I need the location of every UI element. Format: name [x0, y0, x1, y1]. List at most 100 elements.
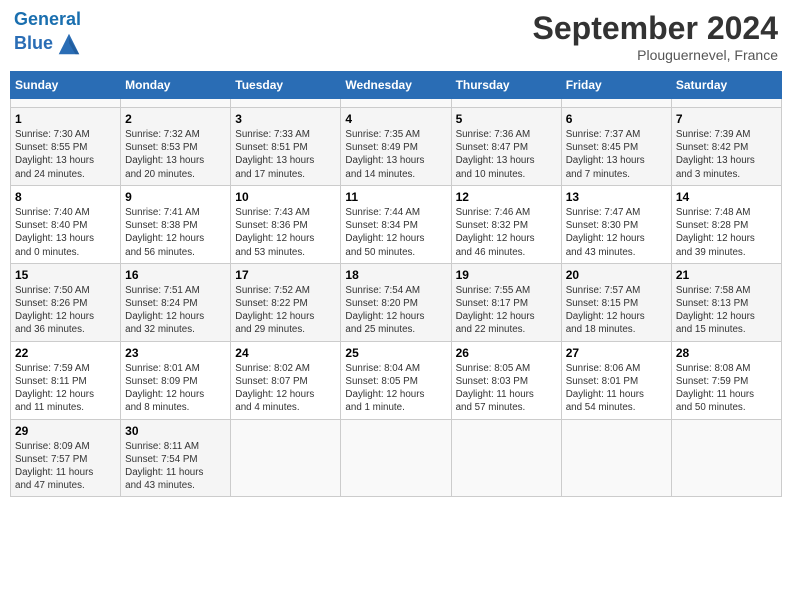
- calendar-cell: 22 Sunrise: 7:59 AM Sunset: 8:11 PM Dayli…: [11, 341, 121, 419]
- day-info: Sunrise: 7:59 AM Sunset: 8:11 PM Dayligh…: [15, 362, 116, 415]
- calendar-cell: [561, 419, 671, 497]
- calendar-cell: [341, 99, 451, 108]
- day-info: Sunrise: 7:57 AM Sunset: 8:15 PM Dayligh…: [566, 284, 667, 337]
- calendar-cell: 26 Sunrise: 8:05 AM Sunset: 8:03 PM Dayli…: [451, 341, 561, 419]
- calendar-table: SundayMondayTuesdayWednesdayThursdayFrid…: [10, 71, 782, 497]
- day-number: 5: [456, 112, 557, 126]
- day-number: 6: [566, 112, 667, 126]
- day-info: Sunrise: 8:04 AM Sunset: 8:05 PM Dayligh…: [345, 362, 446, 415]
- calendar-cell: 4 Sunrise: 7:35 AM Sunset: 8:49 PM Daylig…: [341, 108, 451, 186]
- day-number: 22: [15, 346, 116, 360]
- calendar-cell: 10 Sunrise: 7:43 AM Sunset: 8:36 PM Dayli…: [231, 185, 341, 263]
- day-number: 16: [125, 268, 226, 282]
- day-number: 12: [456, 190, 557, 204]
- calendar-cell: 15 Sunrise: 7:50 AM Sunset: 8:26 PM Dayli…: [11, 263, 121, 341]
- col-header-monday: Monday: [121, 72, 231, 99]
- day-info: Sunrise: 7:32 AM Sunset: 8:53 PM Dayligh…: [125, 128, 226, 181]
- calendar-cell: 1Sunrise: 7:30 AM Sunset: 8:55 PM Daylig…: [11, 108, 121, 186]
- calendar-cell: 7 Sunrise: 7:39 AM Sunset: 8:42 PM Daylig…: [671, 108, 781, 186]
- col-header-tuesday: Tuesday: [231, 72, 341, 99]
- day-info: Sunrise: 7:37 AM Sunset: 8:45 PM Dayligh…: [566, 128, 667, 181]
- day-info: Sunrise: 7:36 AM Sunset: 8:47 PM Dayligh…: [456, 128, 557, 181]
- day-info: Sunrise: 8:05 AM Sunset: 8:03 PM Dayligh…: [456, 362, 557, 415]
- day-info: Sunrise: 7:52 AM Sunset: 8:22 PM Dayligh…: [235, 284, 336, 337]
- day-number: 26: [456, 346, 557, 360]
- logo: General Blue: [14, 10, 83, 58]
- header-row: SundayMondayTuesdayWednesdayThursdayFrid…: [11, 72, 782, 99]
- calendar-cell: 11Sunrise: 7:44 AM Sunset: 8:34 PM Dayli…: [341, 185, 451, 263]
- calendar-cell: 20 Sunrise: 7:57 AM Sunset: 8:15 PM Dayli…: [561, 263, 671, 341]
- day-number: 7: [676, 112, 777, 126]
- calendar-cell: [561, 99, 671, 108]
- day-info: Sunrise: 7:50 AM Sunset: 8:26 PM Dayligh…: [15, 284, 116, 337]
- calendar-cell: [231, 419, 341, 497]
- calendar-cell: 5 Sunrise: 7:36 AM Sunset: 8:47 PM Daylig…: [451, 108, 561, 186]
- calendar-cell: 6 Sunrise: 7:37 AM Sunset: 8:45 PM Daylig…: [561, 108, 671, 186]
- day-number: 19: [456, 268, 557, 282]
- day-number: 20: [566, 268, 667, 282]
- col-header-saturday: Saturday: [671, 72, 781, 99]
- day-number: 21: [676, 268, 777, 282]
- calendar-cell: [11, 99, 121, 108]
- logo-blue: Blue: [14, 34, 53, 54]
- day-number: 4: [345, 112, 446, 126]
- day-number: 23: [125, 346, 226, 360]
- day-info: Sunrise: 7:51 AM Sunset: 8:24 PM Dayligh…: [125, 284, 226, 337]
- logo-icon: [55, 30, 83, 58]
- day-info: Sunrise: 7:40 AM Sunset: 8:40 PM Dayligh…: [15, 206, 116, 259]
- calendar-cell: 2Sunrise: 7:32 AM Sunset: 8:53 PM Daylig…: [121, 108, 231, 186]
- day-info: Sunrise: 7:41 AM Sunset: 8:38 PM Dayligh…: [125, 206, 226, 259]
- calendar-cell: 19 Sunrise: 7:55 AM Sunset: 8:17 PM Dayli…: [451, 263, 561, 341]
- day-number: 10: [235, 190, 336, 204]
- day-info: Sunrise: 7:55 AM Sunset: 8:17 PM Dayligh…: [456, 284, 557, 337]
- calendar-cell: [671, 419, 781, 497]
- day-info: Sunrise: 7:46 AM Sunset: 8:32 PM Dayligh…: [456, 206, 557, 259]
- calendar-cell: 8Sunrise: 7:40 AM Sunset: 8:40 PM Daylig…: [11, 185, 121, 263]
- day-number: 3: [235, 112, 336, 126]
- calendar-cell: 23 Sunrise: 8:01 AM Sunset: 8:09 PM Dayli…: [121, 341, 231, 419]
- calendar-cell: [121, 99, 231, 108]
- day-info: Sunrise: 7:43 AM Sunset: 8:36 PM Dayligh…: [235, 206, 336, 259]
- day-number: 18: [345, 268, 446, 282]
- day-info: Sunrise: 8:09 AM Sunset: 7:57 PM Dayligh…: [15, 440, 116, 493]
- calendar-cell: 9Sunrise: 7:41 AM Sunset: 8:38 PM Daylig…: [121, 185, 231, 263]
- calendar-cell: 25 Sunrise: 8:04 AM Sunset: 8:05 PM Dayli…: [341, 341, 451, 419]
- calendar-cell: [671, 99, 781, 108]
- day-info: Sunrise: 7:54 AM Sunset: 8:20 PM Dayligh…: [345, 284, 446, 337]
- calendar-cell: [341, 419, 451, 497]
- calendar-cell: 16 Sunrise: 7:51 AM Sunset: 8:24 PM Dayli…: [121, 263, 231, 341]
- week-row-5: 29 Sunrise: 8:09 AM Sunset: 7:57 PM Dayli…: [11, 419, 782, 497]
- month-title: September 2024: [533, 10, 778, 47]
- calendar-cell: 12 Sunrise: 7:46 AM Sunset: 8:32 PM Dayli…: [451, 185, 561, 263]
- day-number: 13: [566, 190, 667, 204]
- week-row-2: 8Sunrise: 7:40 AM Sunset: 8:40 PM Daylig…: [11, 185, 782, 263]
- title-block: September 2024 Plouguernevel, France: [533, 10, 778, 63]
- day-number: 24: [235, 346, 336, 360]
- day-info: Sunrise: 8:01 AM Sunset: 8:09 PM Dayligh…: [125, 362, 226, 415]
- day-number: 11: [345, 190, 446, 204]
- location-title: Plouguernevel, France: [533, 47, 778, 63]
- calendar-cell: 21Sunrise: 7:58 AM Sunset: 8:13 PM Dayli…: [671, 263, 781, 341]
- col-header-thursday: Thursday: [451, 72, 561, 99]
- day-info: Sunrise: 7:30 AM Sunset: 8:55 PM Dayligh…: [15, 128, 116, 181]
- calendar-cell: 14Sunrise: 7:48 AM Sunset: 8:28 PM Dayli…: [671, 185, 781, 263]
- day-info: Sunrise: 8:06 AM Sunset: 8:01 PM Dayligh…: [566, 362, 667, 415]
- logo-text: General: [14, 10, 83, 30]
- day-info: Sunrise: 7:39 AM Sunset: 8:42 PM Dayligh…: [676, 128, 777, 181]
- calendar-cell: 24Sunrise: 8:02 AM Sunset: 8:07 PM Dayli…: [231, 341, 341, 419]
- calendar-cell: [451, 419, 561, 497]
- day-info: Sunrise: 7:48 AM Sunset: 8:28 PM Dayligh…: [676, 206, 777, 259]
- day-number: 25: [345, 346, 446, 360]
- header: General Blue September 2024 Plouguerneve…: [10, 10, 782, 63]
- day-info: Sunrise: 7:33 AM Sunset: 8:51 PM Dayligh…: [235, 128, 336, 181]
- day-number: 27: [566, 346, 667, 360]
- day-number: 17: [235, 268, 336, 282]
- day-number: 29: [15, 424, 116, 438]
- day-number: 15: [15, 268, 116, 282]
- col-header-friday: Friday: [561, 72, 671, 99]
- week-row-4: 22 Sunrise: 7:59 AM Sunset: 8:11 PM Dayli…: [11, 341, 782, 419]
- week-row-1: 1Sunrise: 7:30 AM Sunset: 8:55 PM Daylig…: [11, 108, 782, 186]
- col-header-sunday: Sunday: [11, 72, 121, 99]
- day-info: Sunrise: 7:35 AM Sunset: 8:49 PM Dayligh…: [345, 128, 446, 181]
- calendar-cell: 13Sunrise: 7:47 AM Sunset: 8:30 PM Dayli…: [561, 185, 671, 263]
